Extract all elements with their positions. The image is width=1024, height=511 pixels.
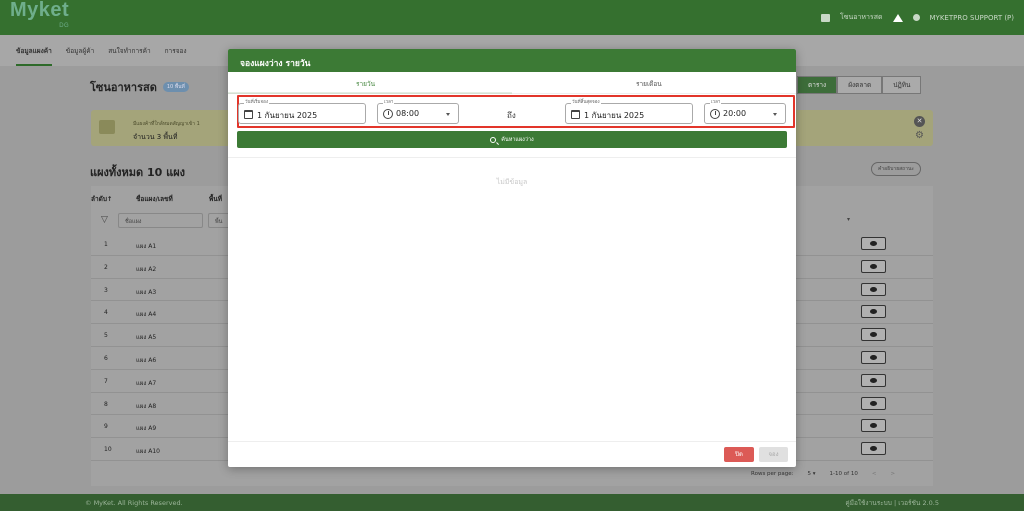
range-separator: ถึง	[507, 111, 516, 120]
zone-count-badge: 10 พื้นที่	[162, 82, 189, 92]
prev-page-button[interactable]: <	[872, 471, 877, 477]
tab-daily[interactable]: รายวัน	[356, 79, 375, 89]
eye-icon[interactable]	[861, 442, 886, 456]
start-time-select[interactable]: เวลา 08:00	[377, 100, 459, 124]
status-legend-button[interactable]: คำอธิบายสถานะ	[871, 162, 922, 176]
divider	[228, 157, 796, 158]
store-icon	[820, 13, 830, 22]
search-icon	[490, 136, 497, 143]
end-time-select[interactable]: เวลา 20:00	[704, 100, 786, 124]
top-bar: Myket DG โซนอาหารสด MYKETPRO SUPPORT (P)	[0, 0, 1024, 35]
table-pagination: Rows per page: 5 ▾ 1-10 of 10 < >	[751, 471, 895, 477]
nav-item-interested[interactable]: สนใจทำการค้า	[108, 46, 150, 56]
booking-type-tabs: รายวัน รายเดือน	[228, 72, 796, 94]
empty-state: ไม่มีข้อมูล	[496, 178, 528, 186]
tab-table[interactable]: ตาราง	[797, 76, 838, 94]
eye-icon[interactable]	[861, 305, 886, 319]
eye-icon[interactable]	[861, 350, 886, 364]
name-filter-input[interactable]: ชื่อแผง	[118, 213, 203, 228]
column-stall-name[interactable]: ชื่อแผง/เลขที่	[136, 194, 173, 204]
page-title: โซนอาหารสด 10 พื้นที่	[90, 78, 189, 96]
next-page-button[interactable]: >	[890, 471, 895, 477]
filter-icon[interactable]: ▽	[101, 215, 108, 225]
total-stalls: แผงทั้งหมด 10 แผง	[90, 166, 186, 179]
calendar-icon	[571, 110, 580, 119]
daily-booking-dialog: จองแผงว่าง รายวัน รายวัน รายเดือน วันที่…	[228, 49, 796, 467]
dialog-title: จองแผงว่าง รายวัน	[228, 49, 796, 72]
clock-icon	[710, 109, 720, 119]
search-available-button[interactable]: ค้นหาแผงว่าง	[237, 131, 787, 148]
eye-icon[interactable]	[861, 282, 886, 296]
calendar-icon	[244, 110, 253, 119]
tab-calendar[interactable]: ปฏิทิน	[882, 76, 922, 94]
eye-icon[interactable]	[861, 396, 886, 410]
megaphone-icon	[99, 120, 115, 134]
close-icon[interactable]: ✕	[914, 116, 925, 127]
user-menu[interactable]: MYKETPRO SUPPORT (P)	[930, 14, 1014, 22]
close-button[interactable]: ปิด	[724, 447, 754, 462]
nav-item-vendors[interactable]: ข้อมูลผู้ค้า	[66, 46, 94, 56]
notice-count: จำนวน 3 พื้นที่	[133, 133, 178, 141]
eye-icon[interactable]	[861, 419, 886, 433]
rows-per-page-label: Rows per page:	[751, 471, 794, 477]
chevron-down-icon	[446, 113, 450, 116]
page-range: 1-10 of 10	[829, 471, 858, 477]
eye-icon[interactable]	[861, 373, 886, 387]
top-bar-actions: โซนอาหารสด MYKETPRO SUPPORT (P)	[820, 12, 1014, 23]
nav-item-stalls[interactable]: ข้อมูลแผงค้า	[16, 46, 52, 66]
notice-text: มีแผงค้าที่ใกล้หมดสัญญาเข้า 1	[133, 121, 200, 127]
gear-icon[interactable]: ⚙	[915, 130, 924, 141]
divider	[228, 441, 796, 442]
clock-icon	[383, 109, 393, 119]
book-button[interactable]: จอง	[759, 447, 788, 462]
tab-monthly[interactable]: รายเดือน	[636, 79, 662, 89]
eye-icon[interactable]	[861, 259, 886, 273]
user-icon	[912, 14, 920, 21]
eye-icon[interactable]	[861, 328, 886, 342]
app-logo[interactable]: Myket DG	[10, 0, 69, 34]
zone-link[interactable]: โซนอาหารสด	[840, 12, 883, 23]
column-area[interactable]: พื้นที่	[209, 194, 222, 204]
home-icon[interactable]	[892, 13, 903, 22]
copyright: © MyKet. All Rights Reserved.	[85, 498, 183, 507]
version-info[interactable]: คู่มือใช้งานระบบ | เวอร์ชัน 2.0.5	[845, 498, 939, 508]
status-filter-select[interactable]: ▾	[796, 213, 856, 228]
start-date-field[interactable]: วันที่เริ่มจอง 1 กันยายน 2025	[238, 100, 366, 124]
nav-item-booking[interactable]: การจอง	[165, 46, 187, 56]
eye-icon[interactable]	[861, 237, 886, 250]
footer: © MyKet. All Rights Reserved. คู่มือใช้ง…	[0, 494, 1024, 511]
tab-market-map[interactable]: ผังตลาด	[837, 76, 883, 94]
tab-indicator	[228, 92, 512, 94]
view-tabs: ตาราง ผังตลาด ปฏิทิน	[797, 76, 922, 94]
column-order[interactable]: ลำดับ↑	[91, 194, 112, 204]
chevron-down-icon	[773, 113, 777, 116]
end-date-field[interactable]: วันที่สิ้นสุดจอง 1 กันยายน 2025	[565, 100, 693, 124]
rows-per-page-select[interactable]: 5 ▾	[808, 471, 816, 477]
